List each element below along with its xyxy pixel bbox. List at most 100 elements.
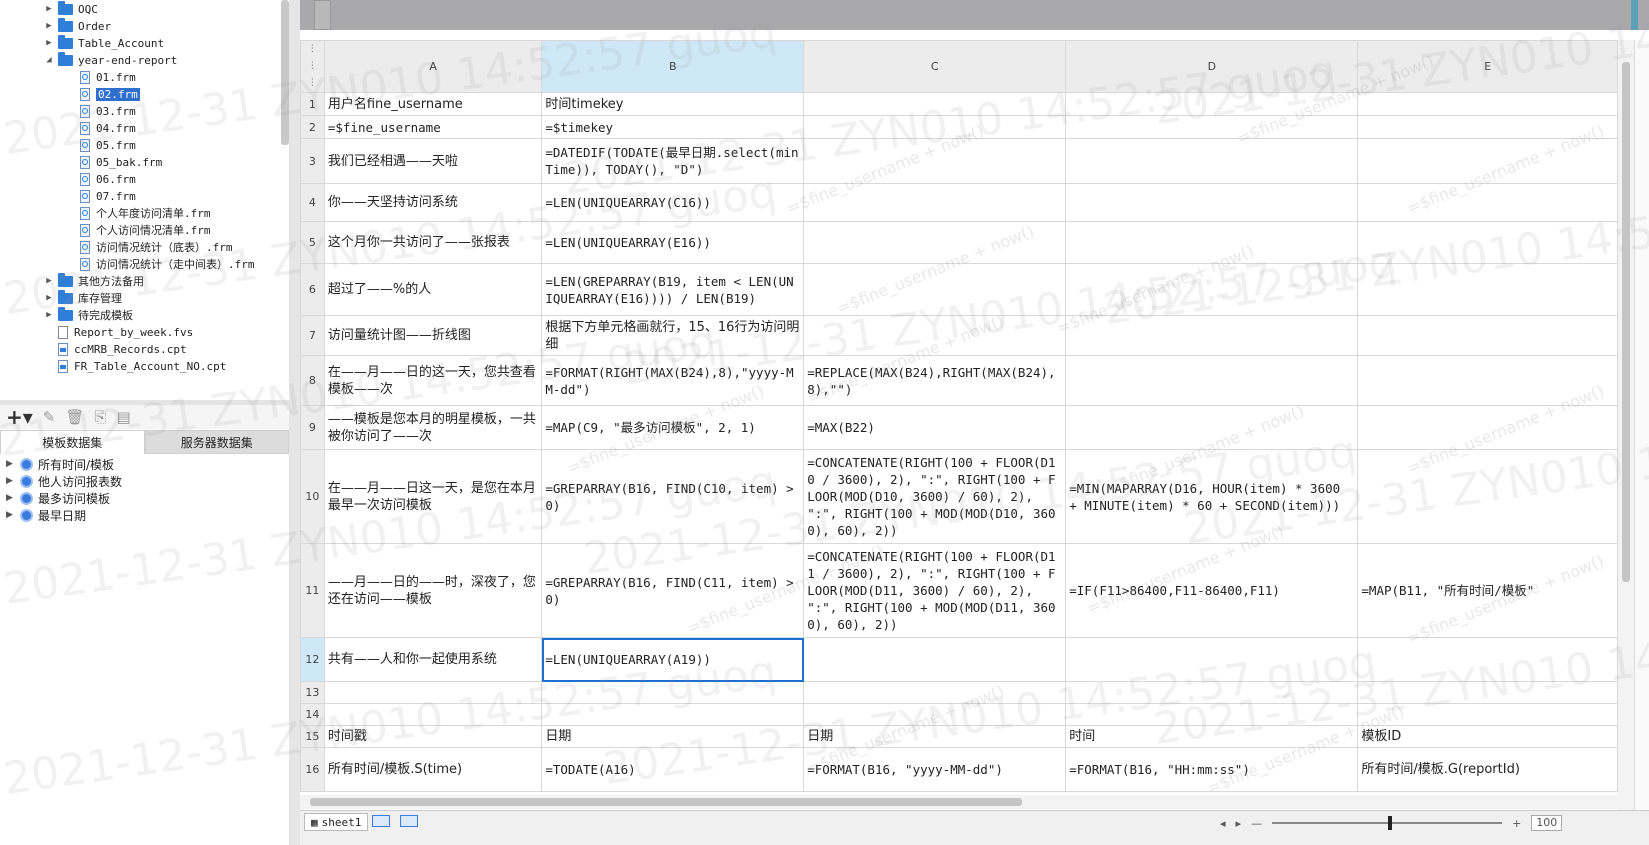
chevron-right-icon[interactable]: ▶ — [44, 21, 54, 31]
add-dataset-button[interactable]: +▾ — [6, 405, 33, 429]
cell-C5[interactable] — [803, 221, 1067, 264]
row-header[interactable]: 11 — [300, 543, 325, 638]
cell-D6[interactable] — [1065, 263, 1359, 316]
cell-D2[interactable] — [1065, 115, 1359, 139]
cell-A6[interactable]: 超过了——%的人 — [323, 263, 543, 316]
scroll-right-icon[interactable]: ▸ — [1236, 817, 1242, 830]
column-header[interactable]: E — [1357, 40, 1618, 93]
cell-D12[interactable] — [1065, 637, 1359, 682]
vertical-scrollbar[interactable] — [1618, 40, 1634, 810]
cell-D1[interactable] — [1065, 92, 1359, 116]
tree-item[interactable]: ccMRB_Records.cpt — [58, 340, 187, 358]
cell-B11[interactable]: =GREPARRAY(B16, FIND(C11, item) > 0) — [541, 543, 805, 638]
cell-D15[interactable]: 时间 — [1065, 725, 1359, 748]
cell-C12[interactable] — [803, 637, 1067, 682]
cell-E8[interactable] — [1357, 355, 1618, 406]
cell-E6[interactable] — [1357, 263, 1618, 316]
cell-C9[interactable]: =MAX(B22) — [803, 405, 1067, 450]
edit-icon[interactable]: ✎ — [43, 408, 56, 426]
cell-C14[interactable] — [803, 703, 1067, 726]
tree-item[interactable]: 访问情况统计（走中间表）.frm — [80, 255, 255, 273]
column-header[interactable]: C — [803, 40, 1067, 93]
dataset-item[interactable]: ▶ 他人访问报表数 — [6, 472, 122, 490]
row-header[interactable]: 1 — [300, 92, 325, 116]
cell-E12[interactable] — [1357, 637, 1618, 682]
tab-template-dataset[interactable]: 模板数据集 — [0, 430, 145, 454]
cell-A14[interactable] — [323, 703, 543, 726]
tree-item[interactable]: ▶ 库存管理 — [44, 289, 122, 307]
dataset-item[interactable]: ▶ 最多访问模板 — [6, 489, 110, 507]
cell-A11[interactable]: ——月——日的——时，深夜了，您还在访问——模板 — [323, 543, 543, 638]
cell-A8[interactable]: 在——月——日的这一天，您共查看模板——次 — [323, 355, 543, 406]
tree-item[interactable]: ◢ year-end-report — [44, 51, 177, 69]
cell-D4[interactable] — [1065, 183, 1359, 222]
dataset-item[interactable]: ▶ 最早日期 — [6, 506, 86, 524]
cell-A9[interactable]: ——模板是您本月的明星模板，一共被你访问了——次 — [323, 405, 543, 450]
chevron-right-icon[interactable]: ▶ — [44, 276, 54, 286]
row-header[interactable]: 10 — [300, 449, 325, 544]
cell-E9[interactable] — [1357, 405, 1618, 450]
cell-B12[interactable]: =LEN(UNIQUEARRAY(A19)) — [541, 637, 805, 682]
tree-item[interactable]: 03.frm — [80, 102, 136, 120]
row-header[interactable]: 7 — [300, 315, 325, 356]
cell-B10[interactable]: =GREPARRAY(B16, FIND(C10, item) > 0) — [541, 449, 805, 544]
cell-B2[interactable]: =$timekey — [541, 115, 805, 139]
tree-item[interactable]: ▶ Table_Account — [44, 34, 164, 52]
cell-A16[interactable]: 所有时间/模板.S(time) — [323, 747, 543, 792]
vertical-divider[interactable] — [289, 0, 300, 845]
cell-E16[interactable]: 所有时间/模板.G(reportId) — [1357, 747, 1618, 792]
cell-C2[interactable] — [803, 115, 1067, 139]
delete-icon[interactable]: 🗑 — [65, 408, 84, 426]
zoom-value[interactable]: 100 — [1531, 815, 1563, 831]
cell-C1[interactable] — [803, 92, 1067, 116]
zoom-slider-handle[interactable] — [1388, 816, 1393, 830]
cell-A12[interactable]: 共有——人和你一起使用系统 — [323, 637, 543, 682]
cell-E13[interactable] — [1357, 681, 1618, 704]
cell-A2[interactable]: =$fine_username — [323, 115, 543, 139]
chevron-right-icon[interactable]: ▶ — [6, 459, 16, 469]
add-report-sheet-icon[interactable] — [400, 815, 418, 827]
cell-A13[interactable] — [323, 681, 543, 704]
row-header[interactable]: 14 — [300, 703, 325, 726]
cell-B13[interactable] — [541, 681, 805, 704]
tree-item[interactable]: 06.frm — [80, 170, 136, 188]
cell-D8[interactable] — [1065, 355, 1359, 406]
cell-B5[interactable]: =LEN(UNIQUEARRAY(E16)) — [541, 221, 805, 264]
cell-E1[interactable] — [1357, 92, 1618, 116]
horizontal-scrollbar[interactable] — [300, 795, 1618, 809]
cell-E10[interactable] — [1357, 449, 1618, 544]
chevron-right-icon[interactable]: ▶ — [44, 38, 54, 48]
cell-D9[interactable] — [1065, 405, 1359, 450]
row-header[interactable]: 8 — [300, 355, 325, 406]
cell-B1[interactable]: 时间timekey — [541, 92, 805, 116]
tree-item[interactable]: ▶ 待完成模板 — [44, 306, 133, 324]
cell-C4[interactable] — [803, 183, 1067, 222]
tree-item[interactable]: 07.frm — [80, 187, 136, 205]
cell-B4[interactable]: =LEN(UNIQUEARRAY(C16)) — [541, 183, 805, 222]
tree-item[interactable]: 05_bak.frm — [80, 153, 162, 171]
chevron-right-icon[interactable]: ▶ — [44, 293, 54, 303]
cell-A7[interactable]: 访问量统计图——折线图 — [323, 315, 543, 356]
cell-B7[interactable]: 根据下方单元格画就行，15、16行为访问明细 — [541, 315, 805, 356]
tree-item[interactable]: 个人年度访问清单.frm — [80, 204, 211, 222]
tree-item[interactable]: ▶ OQC — [44, 0, 98, 18]
cell-A5[interactable]: 这个月你一共访问了——张报表 — [323, 221, 543, 264]
column-header[interactable]: B — [541, 40, 805, 93]
tab-server-dataset[interactable]: 服务器数据集 — [144, 430, 289, 454]
cell-B15[interactable]: 日期 — [541, 725, 805, 748]
tree-item[interactable]: 04.frm — [80, 119, 136, 137]
cell-E5[interactable] — [1357, 221, 1618, 264]
tree-item[interactable]: 05.frm — [80, 136, 136, 154]
cell-C8[interactable]: =REPLACE(MAX(B24),RIGHT(MAX(B24),8),"") — [803, 355, 1067, 406]
row-header[interactable]: 6 — [300, 263, 325, 316]
cell-A1[interactable]: 用户名fine_username — [323, 92, 543, 116]
cell-D11[interactable]: =IF(F11>86400,F11-86400,F11) — [1065, 543, 1359, 638]
chevron-right-icon[interactable]: ▶ — [44, 4, 54, 14]
cell-E4[interactable] — [1357, 183, 1618, 222]
cell-B14[interactable] — [541, 703, 805, 726]
cell-A3[interactable]: 我们已经相遇——天啦 — [323, 138, 543, 184]
cell-C13[interactable] — [803, 681, 1067, 704]
tree-item[interactable]: FR_Table_Account_NO.cpt — [58, 357, 226, 375]
chevron-right-icon[interactable]: ▶ — [6, 493, 16, 503]
row-header[interactable]: 4 — [300, 183, 325, 222]
